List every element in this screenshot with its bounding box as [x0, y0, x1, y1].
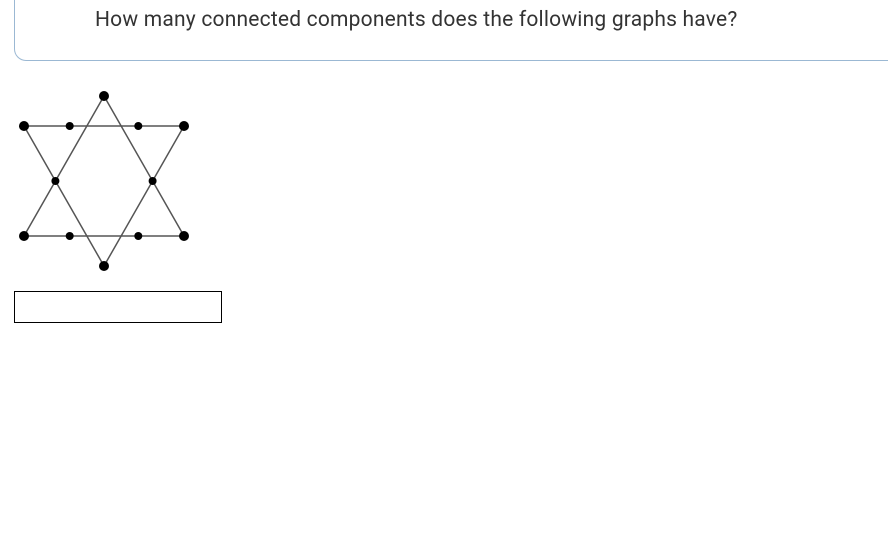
graph-diagram [14, 81, 888, 281]
question-text: How many connected components does the f… [95, 8, 868, 32]
answer-input[interactable] [14, 291, 222, 323]
question-box: How many connected components does the f… [14, 0, 888, 61]
hexagram-graph-icon [14, 81, 194, 281]
